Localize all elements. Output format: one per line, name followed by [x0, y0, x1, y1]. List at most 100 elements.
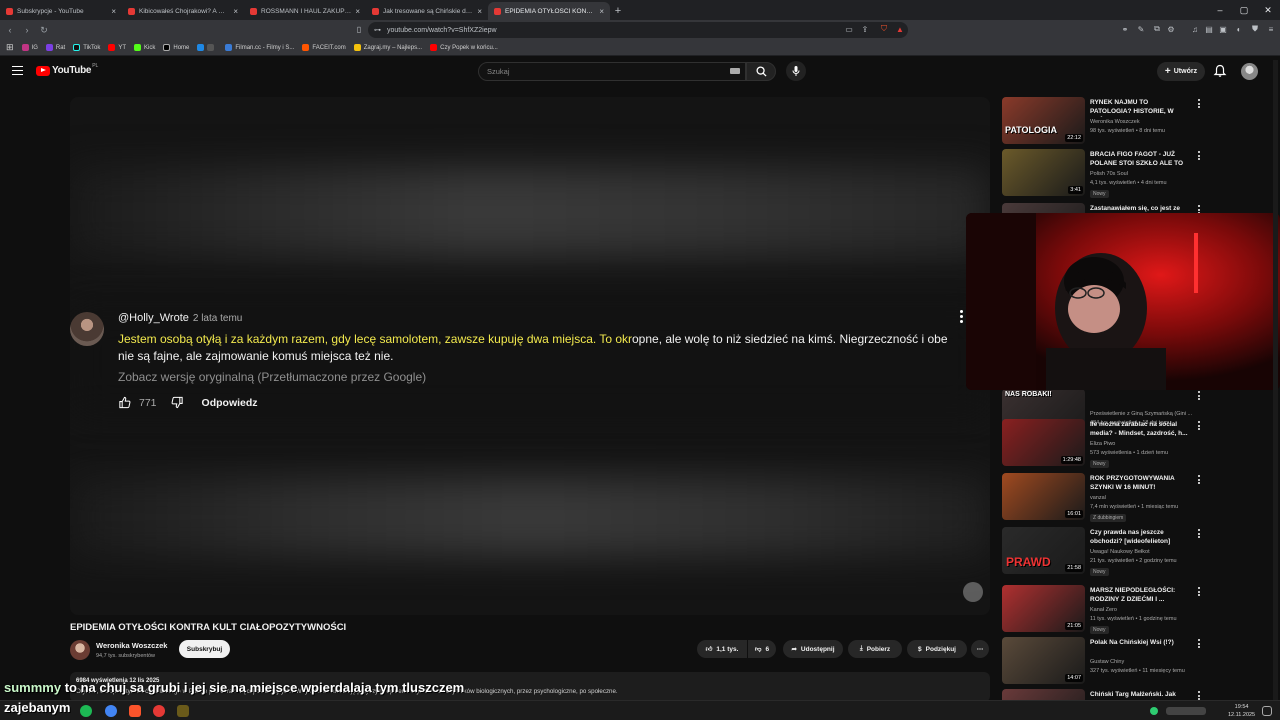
tray-icons[interactable] [1166, 707, 1206, 715]
notifications-bell-icon[interactable] [1213, 64, 1227, 78]
extension-icon[interactable]: ⚭ [1120, 24, 1130, 34]
search-input[interactable]: Szukaj [478, 62, 746, 81]
bookmark-item[interactable]: Kick [134, 44, 155, 51]
close-window-icon[interactable]: ✕ [1256, 0, 1280, 20]
browser-tab[interactable]: Jak tresowane są Chińskie dzieci? - Y × [366, 2, 488, 20]
new-tab-button[interactable]: + [610, 2, 626, 20]
more-options-icon[interactable] [1198, 639, 1200, 650]
recommendation-card[interactable]: 22:12 PATOLOGIA RYNEK NAJMU TO PATOLOGIA? … [1002, 97, 1202, 147]
media-icon[interactable]: ♫ [1190, 24, 1200, 34]
more-options-icon[interactable] [1198, 475, 1200, 486]
browser-tab[interactable]: ROSSMANN I HAUL ZAKUPOWY - Yo × [244, 2, 366, 20]
video-thumbnail[interactable]: 3:41 [1002, 149, 1085, 196]
recommendation-card[interactable]: 21:58 PRAWD Czy prawda nas jeszcze obchodz… [1002, 527, 1202, 577]
close-tab-icon[interactable]: × [233, 7, 238, 16]
bookmark-icon[interactable]: ▯ [354, 24, 364, 34]
more-options-icon[interactable] [1198, 151, 1200, 162]
download-button[interactable]: ⤓ Pobierz [848, 640, 902, 658]
video-thumbnail[interactable]: 1:29:48 [1002, 419, 1085, 466]
site-info-icon[interactable]: ⊶ [374, 26, 381, 34]
vpn-icon[interactable]: ◐ [1234, 24, 1244, 34]
recommendation-card[interactable]: 3:41 BRACIA FIGO FAGOT - JUŻ POLANE STOI … [1002, 149, 1202, 199]
recommendation-card[interactable]: 16:01 ROK PRZYGOTOWYWANIA SZYNKI W 16 MIN… [1002, 473, 1202, 523]
hamburger-menu-icon[interactable] [12, 66, 23, 75]
like-button[interactable]: 👍︎ 1,1 tys. [697, 640, 747, 658]
more-options-icon[interactable] [1198, 587, 1200, 598]
forward-icon[interactable]: › [20, 23, 34, 37]
system-clock[interactable]: 19:54 12.11.2025 [1228, 703, 1255, 719]
share-button[interactable]: ➦ Udostępnij [783, 640, 843, 658]
share-icon[interactable]: ⇪ [860, 24, 870, 34]
close-tab-icon[interactable]: × [355, 7, 360, 16]
more-options-icon[interactable] [1198, 391, 1200, 402]
bookmark-item[interactable]: TikTok [73, 44, 100, 51]
subscribe-button[interactable]: Subskrybuj [179, 640, 230, 658]
channel-watermark-icon[interactable] [963, 582, 983, 602]
apps-icon[interactable]: ⊞ [6, 42, 14, 53]
recommendation-card[interactable]: 1:29:48 Ile można zarabiać na social medi… [1002, 419, 1202, 469]
extension-icon[interactable]: ⚙ [1166, 24, 1176, 34]
account-avatar[interactable] [1241, 63, 1258, 80]
video-thumbnail[interactable]: 14:07 [1002, 637, 1085, 684]
address-bar[interactable]: ⊶ youtube.com/watch?v=ShfXZ2iepw [368, 22, 908, 38]
more-options-icon[interactable] [1198, 421, 1200, 432]
recommendation-card[interactable]: 21:05 MARSZ NIEPODLEGŁOŚCI: RODZINY Z DZI… [1002, 585, 1202, 635]
more-options-icon[interactable] [1198, 99, 1200, 110]
page-scrollbar[interactable] [1273, 60, 1278, 700]
more-actions-button[interactable]: ⋯ [971, 640, 989, 658]
more-options-icon[interactable] [1198, 529, 1200, 540]
create-button[interactable]: + Utwórz [1157, 62, 1205, 81]
extension-icon[interactable]: ✎ [1136, 24, 1146, 34]
video-thumbnail[interactable]: 21:58 PRAWD [1002, 527, 1085, 574]
brave-shield-icon[interactable]: ⛉ [879, 24, 889, 34]
extension-icon[interactable]: ⧉ [1152, 24, 1162, 34]
bookmark-item[interactable] [197, 44, 217, 51]
install-icon[interactable]: ▭ [844, 24, 854, 34]
reload-icon[interactable]: ↻ [37, 23, 51, 37]
minimize-icon[interactable]: – [1208, 0, 1232, 20]
brave-rewards-icon[interactable]: ▲ [895, 24, 905, 34]
keyboard-icon[interactable] [730, 68, 740, 74]
channel-name[interactable]: Weronika Woszczek [96, 641, 167, 650]
browser-tab[interactable]: Subskrypcje - YouTube × [0, 2, 122, 20]
bookmark-item[interactable]: IG [21, 44, 38, 51]
bookmark-item[interactable]: Zagraj.my – Najleps... [353, 44, 422, 51]
notification-center-icon[interactable] [1262, 706, 1272, 716]
bookmark-item[interactable]: Filman.cc - Filmy i S... [225, 44, 294, 51]
recording-icon[interactable] [153, 705, 165, 717]
close-tab-icon[interactable]: × [111, 7, 116, 16]
sidebar-icon[interactable]: ▤ [1204, 24, 1214, 34]
app-icon[interactable] [177, 705, 189, 717]
brave-icon[interactable] [129, 705, 141, 717]
wallet-icon[interactable]: ▣ [1218, 24, 1228, 34]
recommendation-card[interactable]: 14:07 Polak Na Chińskiej Wsi (!?) Gustaw C… [1002, 637, 1202, 687]
maximize-icon[interactable]: ▢ [1232, 0, 1256, 20]
browser-tab-active[interactable]: EPIDEMIA OTYŁOŚCI KONTRA × [488, 2, 610, 20]
youtube-logo[interactable]: YouTube PL [36, 63, 98, 76]
search-button[interactable] [746, 62, 776, 81]
thanks-button[interactable]: $ Podziękuj [907, 640, 967, 658]
bookmark-item[interactable]: Czy Popek w końcu... [430, 44, 498, 51]
channel-avatar[interactable] [70, 640, 90, 660]
video-thumbnail[interactable]: 16:01 [1002, 473, 1085, 520]
video-thumbnail[interactable]: 22:12 PATOLOGIA [1002, 97, 1085, 144]
bookmark-item[interactable]: FACEIT.com [302, 44, 346, 51]
chrome-icon[interactable] [105, 705, 117, 717]
menu-icon[interactable]: ≡ [1266, 24, 1276, 34]
browser-tab[interactable]: Kibicowałeś Chojrakowi? A Wyrosłeś × [122, 2, 244, 20]
close-tab-icon[interactable]: × [599, 7, 604, 16]
voice-search-button[interactable] [786, 61, 806, 81]
bookmark-item[interactable]: Rat [45, 44, 65, 51]
close-tab-icon[interactable]: × [477, 7, 482, 16]
tiktok-icon [73, 44, 81, 51]
bookmark-item[interactable]: YT [108, 44, 126, 51]
bookmark-item[interactable]: Home [163, 44, 189, 51]
comment-like-count: 771 [139, 396, 157, 409]
shield-icon[interactable]: ⛊ [1250, 24, 1260, 34]
video-thumbnail[interactable]: 21:05 [1002, 585, 1085, 632]
recommendation-channel: Prześwietlenie z Giną Szymańską (Gini ..… [1090, 411, 1193, 417]
spotify-icon[interactable] [80, 705, 92, 717]
tray-status-icon[interactable] [1150, 707, 1158, 715]
back-icon[interactable]: ‹ [3, 23, 17, 37]
dislike-button[interactable]: 👎︎ 6 [748, 640, 776, 658]
